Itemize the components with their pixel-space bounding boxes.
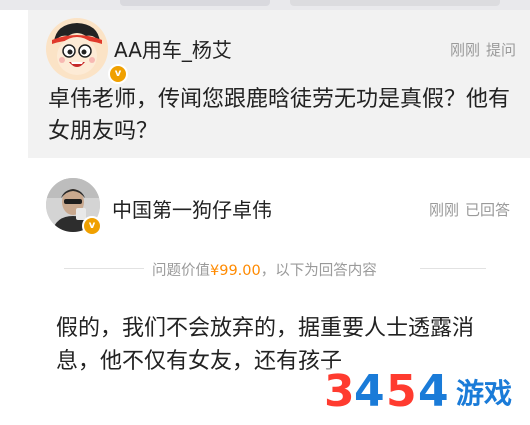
- watermark-digit: 5: [386, 366, 417, 417]
- site-watermark-logo: 3 4 5 4 游戏: [324, 368, 530, 418]
- price-suffix: ，以下为回答内容: [260, 263, 377, 279]
- question-text: 卓伟老师，传闻您跟鹿晗徒劳无功是真假？他有女朋友吗？: [48, 87, 511, 144]
- answer-meta: 刚刚 已回答: [429, 199, 510, 220]
- question-action-label: 提问: [485, 41, 516, 59]
- question-time: 刚刚: [449, 41, 480, 59]
- asker-name[interactable]: AA用车_杨艾: [114, 34, 232, 63]
- divider: [64, 268, 144, 269]
- watermark-digit: 3: [324, 366, 355, 417]
- price-value: ¥99.00: [210, 263, 261, 279]
- top-image-strip: [0, 0, 530, 10]
- price-prefix: 问题价值: [152, 263, 210, 279]
- verified-badge-icon: v: [108, 64, 128, 84]
- question-meta: 刚刚 提问: [450, 39, 516, 60]
- watermark-digit: 4: [354, 366, 385, 417]
- answer-status: 已回答: [464, 201, 510, 219]
- answer-time: 刚刚: [428, 201, 459, 219]
- answerer-name[interactable]: 中国第一狗仔卓伟: [112, 194, 272, 223]
- divider: [420, 268, 486, 269]
- verified-badge-icon: v: [82, 216, 102, 236]
- watermark-digit: 4: [418, 366, 449, 417]
- watermark-text: 游戏: [456, 377, 513, 410]
- question-card: v AA用车_杨艾 刚刚 提问 卓伟老师，传闻您跟鹿晗徒劳无功是真假？他有女朋友吗…: [28, 10, 530, 158]
- top-image-thumbnail[interactable]: [290, 0, 500, 6]
- cartoon-face-icon: [46, 18, 108, 80]
- asker-avatar[interactable]: [46, 18, 108, 80]
- top-image-thumbnail[interactable]: [120, 0, 270, 6]
- price-row: 问题价值¥99.00，以下为回答内容: [152, 259, 377, 280]
- qa-screen: v AA用车_杨艾 刚刚 提问 卓伟老师，传闻您跟鹿晗徒劳无功是真假？他有女朋友吗…: [0, 0, 530, 425]
